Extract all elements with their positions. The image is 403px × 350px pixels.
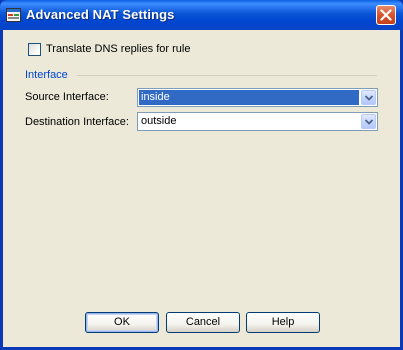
translate-dns-label[interactable]: Translate DNS replies for rule [46, 43, 190, 55]
dialog-body: Translate DNS replies for rule Interface… [3, 30, 400, 347]
source-interface-label: Source Interface: [25, 91, 109, 103]
chevron-down-icon [365, 119, 373, 125]
translate-dns-checkbox[interactable] [28, 43, 41, 56]
destination-interface-label: Destination Interface: [25, 116, 129, 128]
dialog-window: Advanced NAT Settings Translate DNS repl… [0, 0, 403, 350]
close-icon [380, 9, 392, 21]
app-window-icon [6, 8, 21, 22]
title-bar[interactable]: Advanced NAT Settings [0, 0, 403, 30]
window-title: Advanced NAT Settings [26, 7, 175, 22]
ok-button[interactable]: OK [85, 312, 159, 333]
interface-group-title: Interface [25, 69, 68, 81]
destination-interface-value: outside [141, 115, 177, 127]
chevron-down-icon [365, 95, 373, 101]
close-button[interactable] [376, 5, 396, 25]
destination-interface-select[interactable]: outside [137, 112, 378, 131]
destination-dropdown-button[interactable] [361, 114, 376, 129]
cancel-button[interactable]: Cancel [166, 312, 240, 333]
source-interface-select[interactable]: inside [137, 88, 378, 107]
group-divider [77, 75, 377, 76]
source-dropdown-button[interactable] [361, 90, 376, 105]
help-button[interactable]: Help [246, 312, 320, 333]
source-interface-value: inside [139, 90, 359, 105]
